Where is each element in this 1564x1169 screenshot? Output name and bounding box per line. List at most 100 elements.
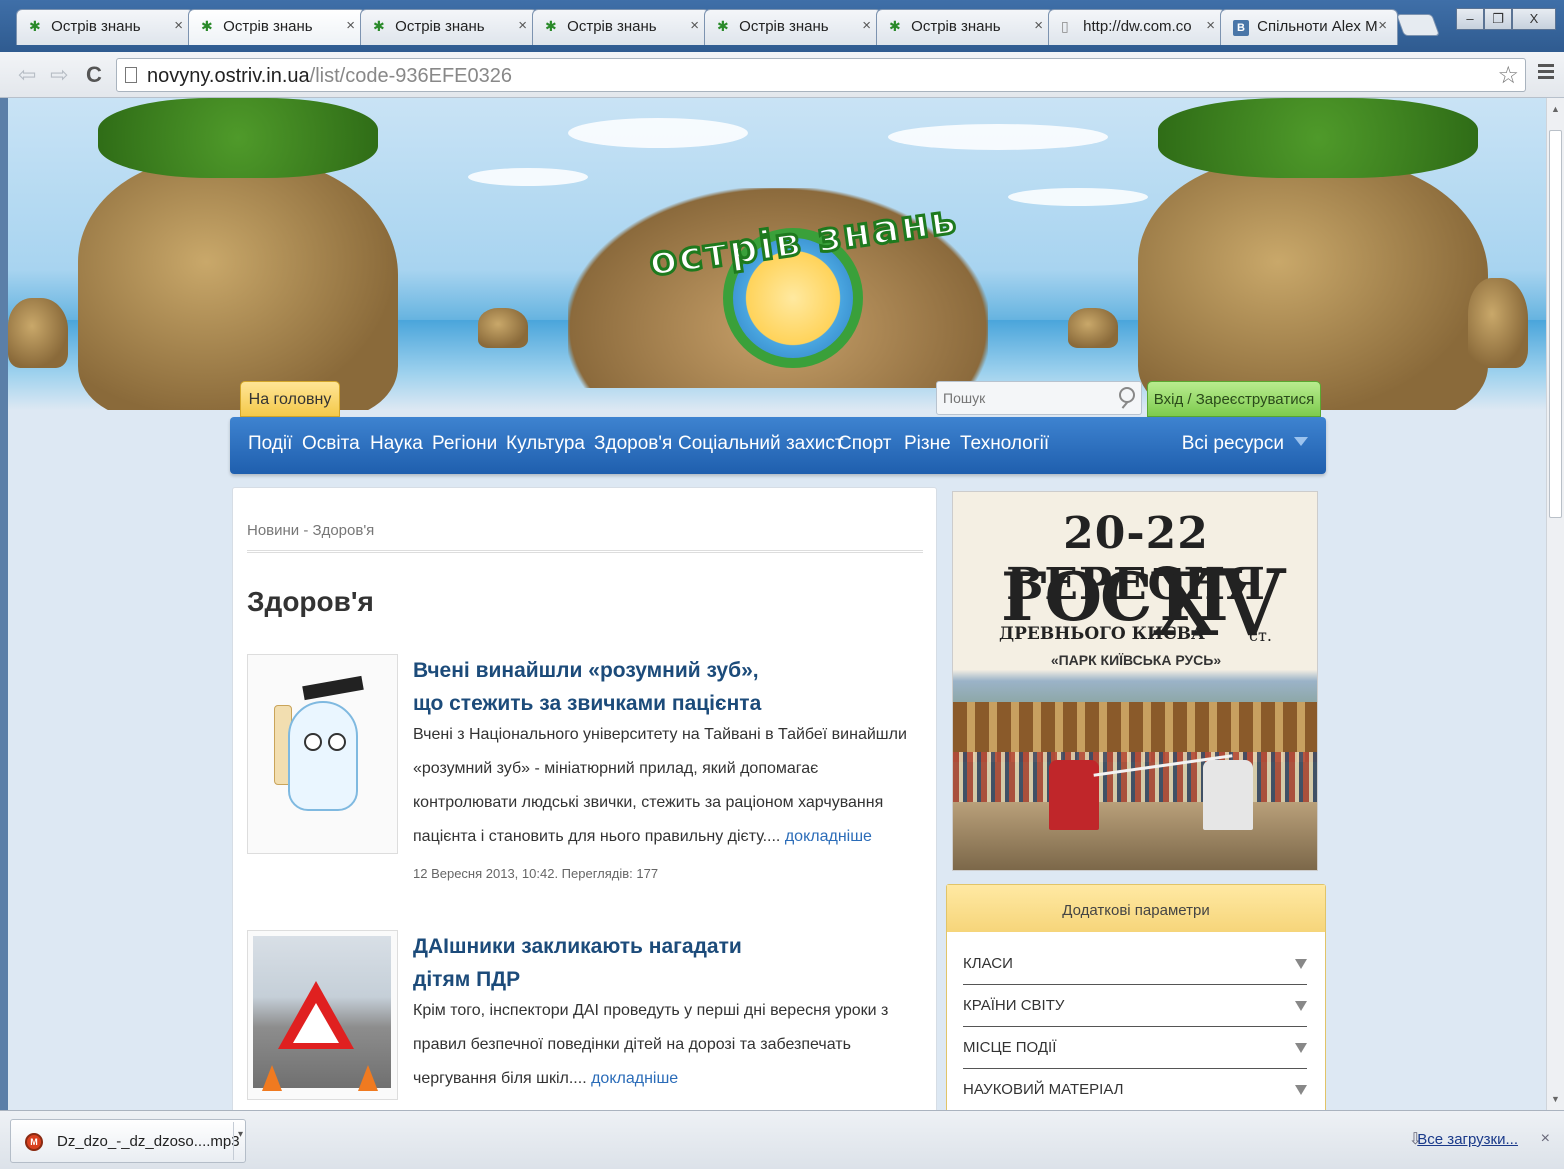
nav-item-misc[interactable]: Різне [904, 433, 951, 455]
read-more-link[interactable]: докладніше [785, 828, 872, 845]
download-filename: Dz_dzo_-_dz_dzoso....mp3 [57, 1133, 240, 1150]
close-window-button[interactable]: X [1512, 8, 1556, 30]
main-content: Новини - Здоров'я Здоров'я Вчені винайшл… [232, 487, 937, 1110]
search-box [936, 381, 1142, 415]
close-tab-icon[interactable]: × [862, 17, 871, 34]
media-file-icon: M [25, 1133, 43, 1151]
article-meta: 12 Вересня 2013, 10:42. Переглядів: 177 [413, 866, 659, 881]
palm-icon: ✱ [29, 18, 41, 34]
download-bar: M Dz_dzo_-_dz_dzoso....mp3 ▾ ⇩ Все загру… [0, 1110, 1564, 1169]
search-input[interactable] [937, 382, 1107, 414]
page-icon: ▯ [1061, 18, 1069, 34]
new-tab-button[interactable] [1395, 14, 1441, 36]
site-banner: острів знань [8, 98, 1546, 410]
tab-title: Острів знань [567, 18, 657, 35]
close-tab-icon[interactable]: × [346, 17, 355, 34]
params-title: Додаткові параметри [947, 885, 1325, 932]
knight-icon [1203, 760, 1253, 830]
close-tab-icon[interactable]: × [174, 17, 183, 34]
all-resources-dropdown[interactable]: Всі ресурси [1182, 433, 1308, 455]
all-resources-label: Всі ресурси [1181, 433, 1284, 454]
browser-toolbar: ⇦ ⇨ C novyny.ostriv.in.ua/list/code-936E… [0, 52, 1564, 98]
nav-item-health[interactable]: Здоров'я [594, 433, 672, 455]
ad-century-suffix: ст. [1249, 626, 1272, 645]
ad-city: ДРЕВНЬОГО КИЄВА [999, 624, 1205, 644]
nav-item-tech[interactable]: Технології [960, 433, 1049, 455]
knight-icon [1049, 760, 1099, 830]
tab-title: Острів знань [395, 18, 485, 35]
main-nav: Події Освіта Наука Регіони Культура Здор… [230, 417, 1326, 474]
bookmark-star-icon[interactable]: ☆ [1497, 61, 1519, 90]
article-title[interactable]: ДАІшники закликають нагадати дітям ПДР [413, 930, 793, 996]
nav-item-science[interactable]: Наука [370, 433, 423, 455]
nav-item-education[interactable]: Освіта [302, 433, 360, 455]
address-bar[interactable]: novyny.ostriv.in.ua/list/code-936EFE0326… [116, 58, 1526, 92]
breadcrumb[interactable]: Новини - Здоров'я [247, 522, 374, 539]
param-countries-dropdown[interactable]: Країни світу [963, 997, 1307, 1027]
palm-icon: ✱ [545, 18, 557, 34]
article-title[interactable]: Вчені винайшли «розумний зуб», що стежит… [413, 654, 793, 720]
browser-tab[interactable]: ✱ Острів знань × [704, 9, 882, 45]
ad-field [953, 802, 1317, 870]
browser-tab[interactable]: ✱ Острів знань × [532, 9, 710, 45]
chevron-down-icon[interactable]: ▾ [233, 1122, 243, 1160]
param-label: Місце події [963, 1039, 1057, 1056]
vk-icon: B [1233, 20, 1249, 36]
url-path: /list/code-936EFE0326 [309, 65, 513, 87]
close-tab-icon[interactable]: × [518, 17, 527, 34]
home-button[interactable]: На головну [240, 381, 340, 417]
menu-icon[interactable] [1538, 64, 1554, 82]
chevron-down-icon [1295, 1043, 1307, 1053]
param-material-dropdown[interactable]: Науковий матеріал [963, 1081, 1307, 1110]
download-item[interactable]: M Dz_dzo_-_dz_dzoso....mp3 ▾ [10, 1119, 246, 1163]
page-icon [125, 67, 137, 83]
tooth-icon [288, 701, 358, 811]
page-scrollbar[interactable]: ▲ ▼ [1546, 98, 1564, 1110]
chevron-down-icon [1295, 1085, 1307, 1095]
chevron-down-icon [1294, 437, 1308, 446]
browser-tab-active[interactable]: ✱ Острів знань × [188, 9, 366, 45]
page-title: Здоров'я [247, 586, 374, 617]
close-tab-icon[interactable]: × [690, 17, 699, 34]
event-ad-banner[interactable]: 20-22 ВЕРЕСНЯ ГОСТІ XV ст. ДРЕВНЬОГО КИЄ… [952, 491, 1318, 871]
nav-item-sport[interactable]: Спорт [838, 433, 891, 455]
minimize-button[interactable]: – [1456, 8, 1484, 30]
forward-arrow-icon[interactable]: ⇨ [50, 62, 68, 88]
browser-tab[interactable]: B Спільноти Alex M × [1220, 9, 1398, 45]
browser-tab[interactable]: ✱ Острів знань × [876, 9, 1054, 45]
param-label: Країни світу [963, 997, 1065, 1014]
tab-title: Острів знань [51, 18, 141, 35]
close-tab-icon[interactable]: × [1378, 17, 1387, 34]
chevron-down-icon [1295, 959, 1307, 969]
read-more-link[interactable]: докладніше [591, 1070, 678, 1087]
nav-item-regions[interactable]: Регіони [432, 433, 497, 455]
restore-button[interactable]: ❐ [1484, 8, 1512, 30]
close-tab-icon[interactable]: × [1206, 17, 1215, 34]
all-downloads-link[interactable]: Все загрузки... [1417, 1131, 1518, 1148]
nav-item-social[interactable]: Соціальний захист [678, 433, 844, 455]
tab-title: Острів знань [911, 18, 1001, 35]
back-arrow-icon[interactable]: ⇦ [18, 62, 36, 88]
nav-item-events[interactable]: Події [248, 433, 292, 455]
article-excerpt: Крім того, інспектори ДАІ проведуть у пе… [413, 994, 923, 1096]
article-thumbnail[interactable] [247, 654, 398, 854]
palm-icon: ✱ [717, 18, 729, 34]
browser-tab[interactable]: ▯ http://dw.com.co × [1048, 9, 1226, 45]
page-viewport: острів знань На головну Вхід / Зареєстру… [8, 98, 1546, 1110]
scroll-up-icon[interactable]: ▲ [1551, 104, 1560, 114]
nav-item-culture[interactable]: Культура [506, 433, 585, 455]
close-icon[interactable]: × [1541, 1130, 1550, 1148]
param-label: Науковий матеріал [963, 1081, 1124, 1098]
close-tab-icon[interactable]: × [1034, 17, 1043, 34]
login-register-button[interactable]: Вхід / Зареєструватися [1147, 381, 1321, 417]
browser-tab[interactable]: ✱ Острів знань × [360, 9, 538, 45]
param-classes-dropdown[interactable]: Класи [963, 955, 1307, 985]
search-icon[interactable] [1119, 387, 1135, 403]
browser-tab[interactable]: ✱ Острів знань × [16, 9, 194, 45]
scroll-down-icon[interactable]: ▼ [1551, 1094, 1560, 1104]
scrollbar-thumb[interactable] [1549, 130, 1562, 518]
article-thumbnail[interactable] [247, 930, 398, 1100]
reload-icon[interactable]: C [86, 62, 102, 88]
param-place-dropdown[interactable]: Місце події [963, 1039, 1307, 1069]
url-text[interactable]: novyny.ostriv.in.ua/list/code-936EFE0326 [147, 65, 512, 88]
